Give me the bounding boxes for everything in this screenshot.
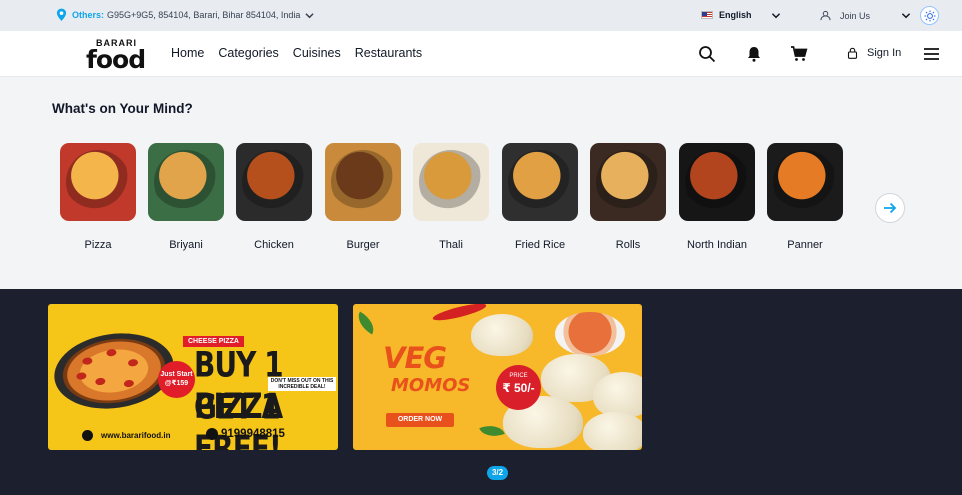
category-image [413,143,489,221]
category-label: Rolls [615,239,641,251]
theme-toggle[interactable] [920,6,939,25]
momos-subtitle: MOMOS [391,375,471,396]
nav-home[interactable]: Home [171,46,204,60]
sun-icon [924,10,935,21]
veg-momos-banner[interactable]: VEG MOMOS ORDER NOW PRICE ₹ 50/- [353,304,642,450]
phone-icon [206,428,218,440]
category-image [767,143,843,221]
offer-headline-2: GET 1 FREE! [194,386,282,450]
location-label: Others: [72,10,105,20]
phone-value: 9199948815 [221,428,285,440]
category-item[interactable]: Thali [412,143,490,251]
start-price-label: Just Start [160,371,193,378]
category-item[interactable]: Burger [324,143,402,251]
category-item[interactable]: Rolls [589,143,667,251]
category-image [325,143,401,221]
carousel-pager[interactable]: 3/2 [487,466,508,480]
website-text: www.bararifood.in [82,430,170,441]
search-icon[interactable] [698,45,716,63]
chevron-down-icon [305,12,315,18]
location-selector[interactable]: Others: G95G+9G5, 854104, Barari, Bihar … [56,8,315,22]
promo-carousel: CHEESE PIZZA BUY 1 PIZZA GET 1 FREE! Jus… [0,289,962,495]
nav-restaurants[interactable]: Restaurants [355,46,422,60]
cart-icon[interactable] [790,45,808,63]
category-item[interactable]: North Indian [678,143,756,251]
language-selector[interactable]: English [701,10,752,20]
top-utility-bar: Others: G95G+9G5, 854104, Barari, Bihar … [0,0,962,31]
main-header: BARARI food Home Categories Cuisines Res… [0,31,962,77]
category-label: Chicken [254,239,294,251]
us-flag-icon [701,11,713,19]
category-label: Thali [439,239,463,251]
pizza-offer-banner[interactable]: CHEESE PIZZA BUY 1 PIZZA GET 1 FREE! Jus… [48,304,338,450]
category-label: Panner [787,239,823,251]
user-icon [820,10,831,21]
nav-cuisines[interactable]: Cuisines [293,46,341,60]
order-now-button[interactable]: ORDER NOW [386,413,454,427]
start-price-value: @₹159 [164,380,189,387]
location-value: G95G+9G5, 854104, Barari, Bihar 854104, … [107,10,301,20]
join-us-label: Join Us [840,10,871,21]
price-value: ₹ 50/- [502,381,535,395]
category-label: North Indian [687,239,747,251]
category-item[interactable]: Panner [766,143,844,251]
lock-icon [847,47,858,59]
language-chevron-icon[interactable] [771,11,781,20]
location-pin-icon [56,8,67,21]
category-image [590,143,666,221]
logo-main-text: food [86,45,146,74]
category-item[interactable]: Fried Rice [501,143,579,251]
category-item[interactable]: Briyani [147,143,225,251]
category-item[interactable]: Pizza [59,143,137,251]
category-image [148,143,224,221]
price-label: PRICE [509,373,528,379]
category-label: Pizza [84,239,112,251]
language-label: English [719,10,752,20]
menu-icon[interactable] [923,46,940,62]
arrow-right-icon [884,202,897,214]
start-price-badge: Just Start @₹159 [158,361,195,398]
globe-icon [82,430,93,441]
sign-in-link[interactable]: Sign In [847,47,901,59]
veg-title: VEG [383,341,447,375]
deal-note: DON'T MISS OUT ON THIS INCREDIBLE DEAL! [268,377,336,391]
category-label: Burger [346,239,380,251]
sign-in-label: Sign In [867,47,902,59]
category-image [679,143,755,221]
next-category-button[interactable] [875,193,905,223]
sauce-bowl-image [555,312,625,356]
join-us-link[interactable]: Join Us [820,10,870,21]
price-badge: PRICE ₹ 50/- [496,365,541,410]
category-image [236,143,312,221]
category-label: Briyani [169,239,203,251]
category-image [60,143,136,221]
phone-text: 9199948815 [206,428,285,440]
category-item[interactable]: Chicken [235,143,313,251]
category-image [502,143,578,221]
category-label: Fried Rice [514,239,566,251]
join-chevron-icon[interactable] [901,11,911,20]
section-title: What's on Your Mind? [52,101,193,116]
website-value: www.bararifood.in [101,431,171,440]
brand-logo[interactable]: BARARI food [86,37,148,74]
nav-categories[interactable]: Categories [218,46,278,60]
main-nav: Home Categories Cuisines Restaurants [171,46,436,60]
bell-icon[interactable] [745,45,763,63]
